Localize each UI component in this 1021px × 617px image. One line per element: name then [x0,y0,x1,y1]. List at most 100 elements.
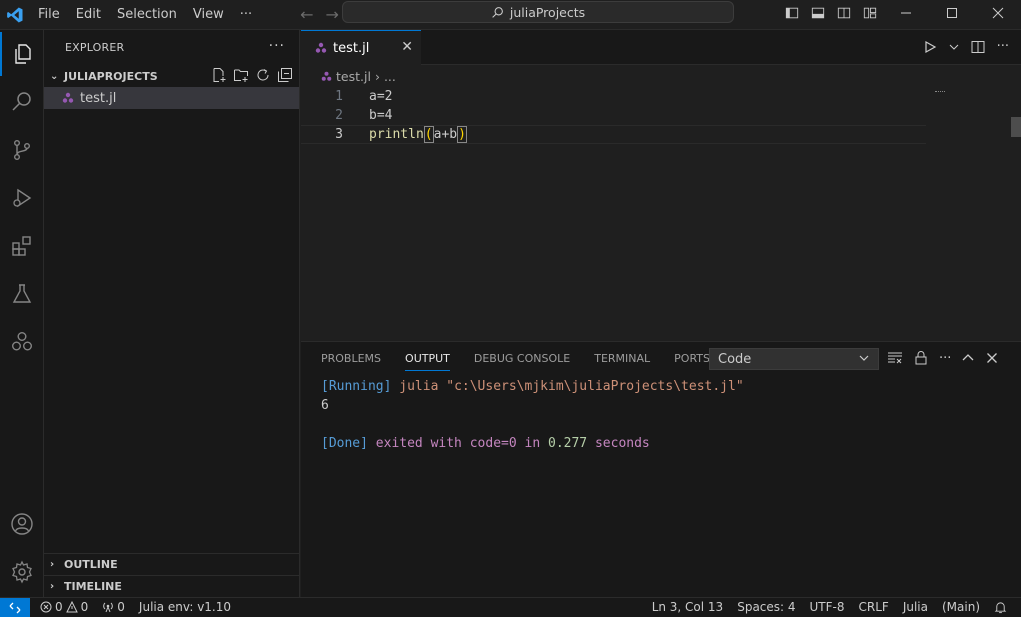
clear-output-icon[interactable] [887,350,903,366]
tab-terminal[interactable]: TERMINAL [594,352,650,371]
output-line: [Running] julia "c:\Users\mjkim\juliaPro… [321,377,744,396]
back-arrow-icon[interactable]: ← [300,5,313,24]
output-line-blank [321,415,744,434]
status-bar: 0 0 0 Julia env: v1.10 Ln 3, Col 13 Spac… [0,597,1021,617]
folder-row[interactable]: ⌄ JULIAPROJECTS [44,65,299,87]
code-editor[interactable]: 1 a=2 2 b=4 3 println(a+b) [301,87,1021,340]
minimize-icon[interactable] [883,0,929,26]
julia-module[interactable]: (Main) [942,600,980,614]
accounts-icon[interactable] [0,502,44,546]
tab-debug-console[interactable]: DEBUG CONSOLE [474,352,570,371]
menu-view[interactable]: View [185,7,232,22]
testing-flask-icon[interactable] [0,272,44,316]
settings-gear-icon[interactable] [0,550,44,594]
panel-actions: ··· [887,350,999,366]
toggle-primary-sidebar-icon[interactable] [779,6,805,20]
sidebar-title: EXPLORER [65,41,125,54]
editor-actions: ··· [923,39,1009,54]
new-folder-icon[interactable] [233,67,249,83]
maximize-icon[interactable] [929,0,975,26]
language-mode[interactable]: Julia [903,600,928,614]
broadcast-icon [103,602,114,613]
end-of-line[interactable]: CRLF [859,600,889,614]
refresh-icon[interactable] [255,67,271,83]
explorer-icon[interactable] [0,32,44,76]
chevron-down-icon: ⌄ [50,70,59,82]
minimap[interactable] [935,88,945,92]
tab-problems[interactable]: PROBLEMS [321,352,381,371]
run-icon[interactable] [923,40,937,54]
chevron-down-icon[interactable] [949,42,959,52]
menu-more[interactable]: ··· [232,7,260,22]
julia-env-status[interactable]: Julia env: v1.10 [139,600,231,614]
output-channel-select[interactable]: Code [709,348,879,370]
running-command: julia "c:\Users\mjkim\juliaProjects\test… [391,379,744,394]
forward-arrow-icon[interactable]: → [326,5,339,24]
done-tag: [Done] [321,436,368,451]
extensions-icon[interactable] [0,224,44,268]
lock-icon[interactable] [913,350,929,366]
line-text: a=2 [369,89,393,104]
cursor-position[interactable]: Ln 3, Col 13 [652,600,724,614]
encoding[interactable]: UTF-8 [810,600,845,614]
remote-indicator-icon[interactable] [0,598,30,617]
sidebar-header: EXPLORER ··· [44,30,299,65]
panel-tabs: PROBLEMS OUTPUT DEBUG CONSOLE TERMINAL P… [321,352,710,371]
split-editor-icon[interactable] [971,40,985,54]
line-number: 1 [335,89,343,104]
code-line: 2 b=4 [301,106,926,125]
sidebar-more-icon[interactable]: ··· [269,38,285,54]
line-number: 2 [335,108,343,123]
breadcrumb-file[interactable]: test.jl [336,69,371,84]
vscode-logo-icon [0,0,30,30]
collapse-all-icon[interactable] [277,67,293,83]
search-view-icon[interactable] [0,80,44,124]
command-center-search[interactable]: juliaProjects [342,1,734,23]
timeline-title: TIMELINE [64,580,122,593]
julia-icon[interactable] [0,320,44,364]
ports-count: 0 [117,600,125,614]
new-file-icon[interactable] [211,67,227,83]
argument: a+b [433,127,458,142]
problems-status[interactable]: 0 0 [40,600,88,614]
source-control-icon[interactable] [0,128,44,172]
run-debug-icon[interactable] [0,176,44,220]
panel-more-icon[interactable]: ··· [939,351,951,366]
code-line: 1 a=2 [301,87,926,106]
julia-file-icon [321,71,332,81]
menu-edit[interactable]: Edit [68,7,109,22]
toggle-panel-icon[interactable] [805,6,831,20]
menu-file[interactable]: File [30,7,68,22]
indentation[interactable]: Spaces: 4 [737,600,795,614]
tab-label: test.jl [333,40,370,56]
tab-ports[interactable]: PORTS [674,352,710,371]
notifications-bell-icon[interactable] [994,601,1007,614]
error-count: 0 [55,600,63,614]
chevron-down-icon [859,355,869,361]
tab-output[interactable]: OUTPUT [405,352,450,371]
more-actions-icon[interactable]: ··· [997,39,1009,54]
search-icon [492,6,503,18]
warning-icon [65,601,78,613]
maximize-panel-icon[interactable] [961,351,975,365]
done-text: in [516,436,548,451]
scrollbar-thumb[interactable] [1011,117,1021,137]
breadcrumb-symbols[interactable]: ... [384,69,396,84]
explorer-sidebar: EXPLORER ··· ⌄ JULIAPROJECTS test.jl › O… [44,30,300,597]
file-item-test-jl[interactable]: test.jl [44,87,299,109]
outline-section[interactable]: › OUTLINE [44,553,300,575]
timeline-section[interactable]: › TIMELINE [44,575,300,597]
close-panel-icon[interactable] [985,351,999,365]
tab-test-jl[interactable]: test.jl ✕ [301,30,421,65]
outline-title: OUTLINE [64,558,118,571]
close-window-icon[interactable] [975,0,1021,26]
close-tab-icon[interactable]: ✕ [401,39,413,55]
menu-selection[interactable]: Selection [109,7,185,22]
ports-status[interactable]: 0 [102,600,125,614]
chevron-right-icon: › [50,559,55,570]
line-text: println(a+b) [369,126,467,143]
toggle-secondary-sidebar-icon[interactable] [831,6,857,20]
customize-layout-icon[interactable] [857,6,883,20]
search-label: juliaProjects [509,4,586,20]
bottom-panel: PROBLEMS OUTPUT DEBUG CONSOLE TERMINAL P… [301,341,1021,597]
